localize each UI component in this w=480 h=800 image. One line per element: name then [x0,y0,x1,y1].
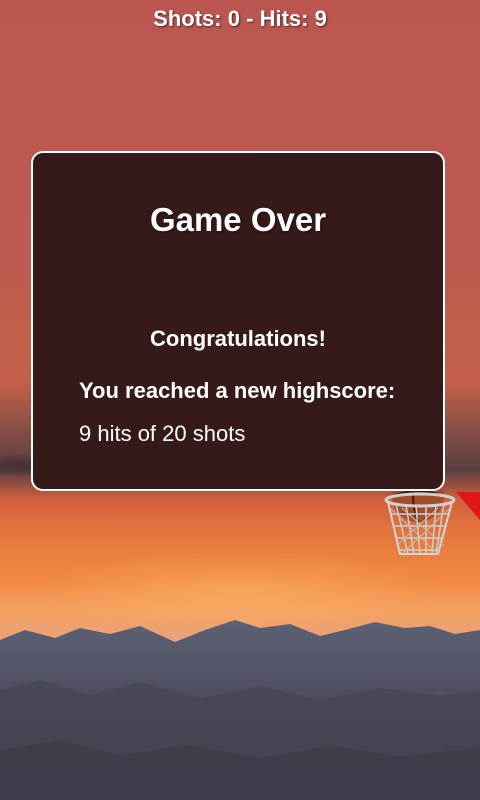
backboard-icon [456,492,480,520]
hits-value: 9 [314,6,327,31]
score-hud: Shots: 0 - Hits: 9 [0,6,480,32]
shots-label: Shots: [153,6,222,31]
shots-value: 0 [227,6,240,31]
hud-separator: - [246,6,254,31]
mountain-range [0,620,480,800]
congratulations-text: Congratulations! [150,326,326,351]
hits-label: Hits: [259,6,309,31]
highscore-text: You reached a new highscore: [79,378,396,403]
highscore-result: 9 hits of 20 shots [79,421,246,446]
dialog-title: Game Over [149,201,327,238]
game-over-dialog: Game Over Congratulations! You reached a… [31,151,445,491]
